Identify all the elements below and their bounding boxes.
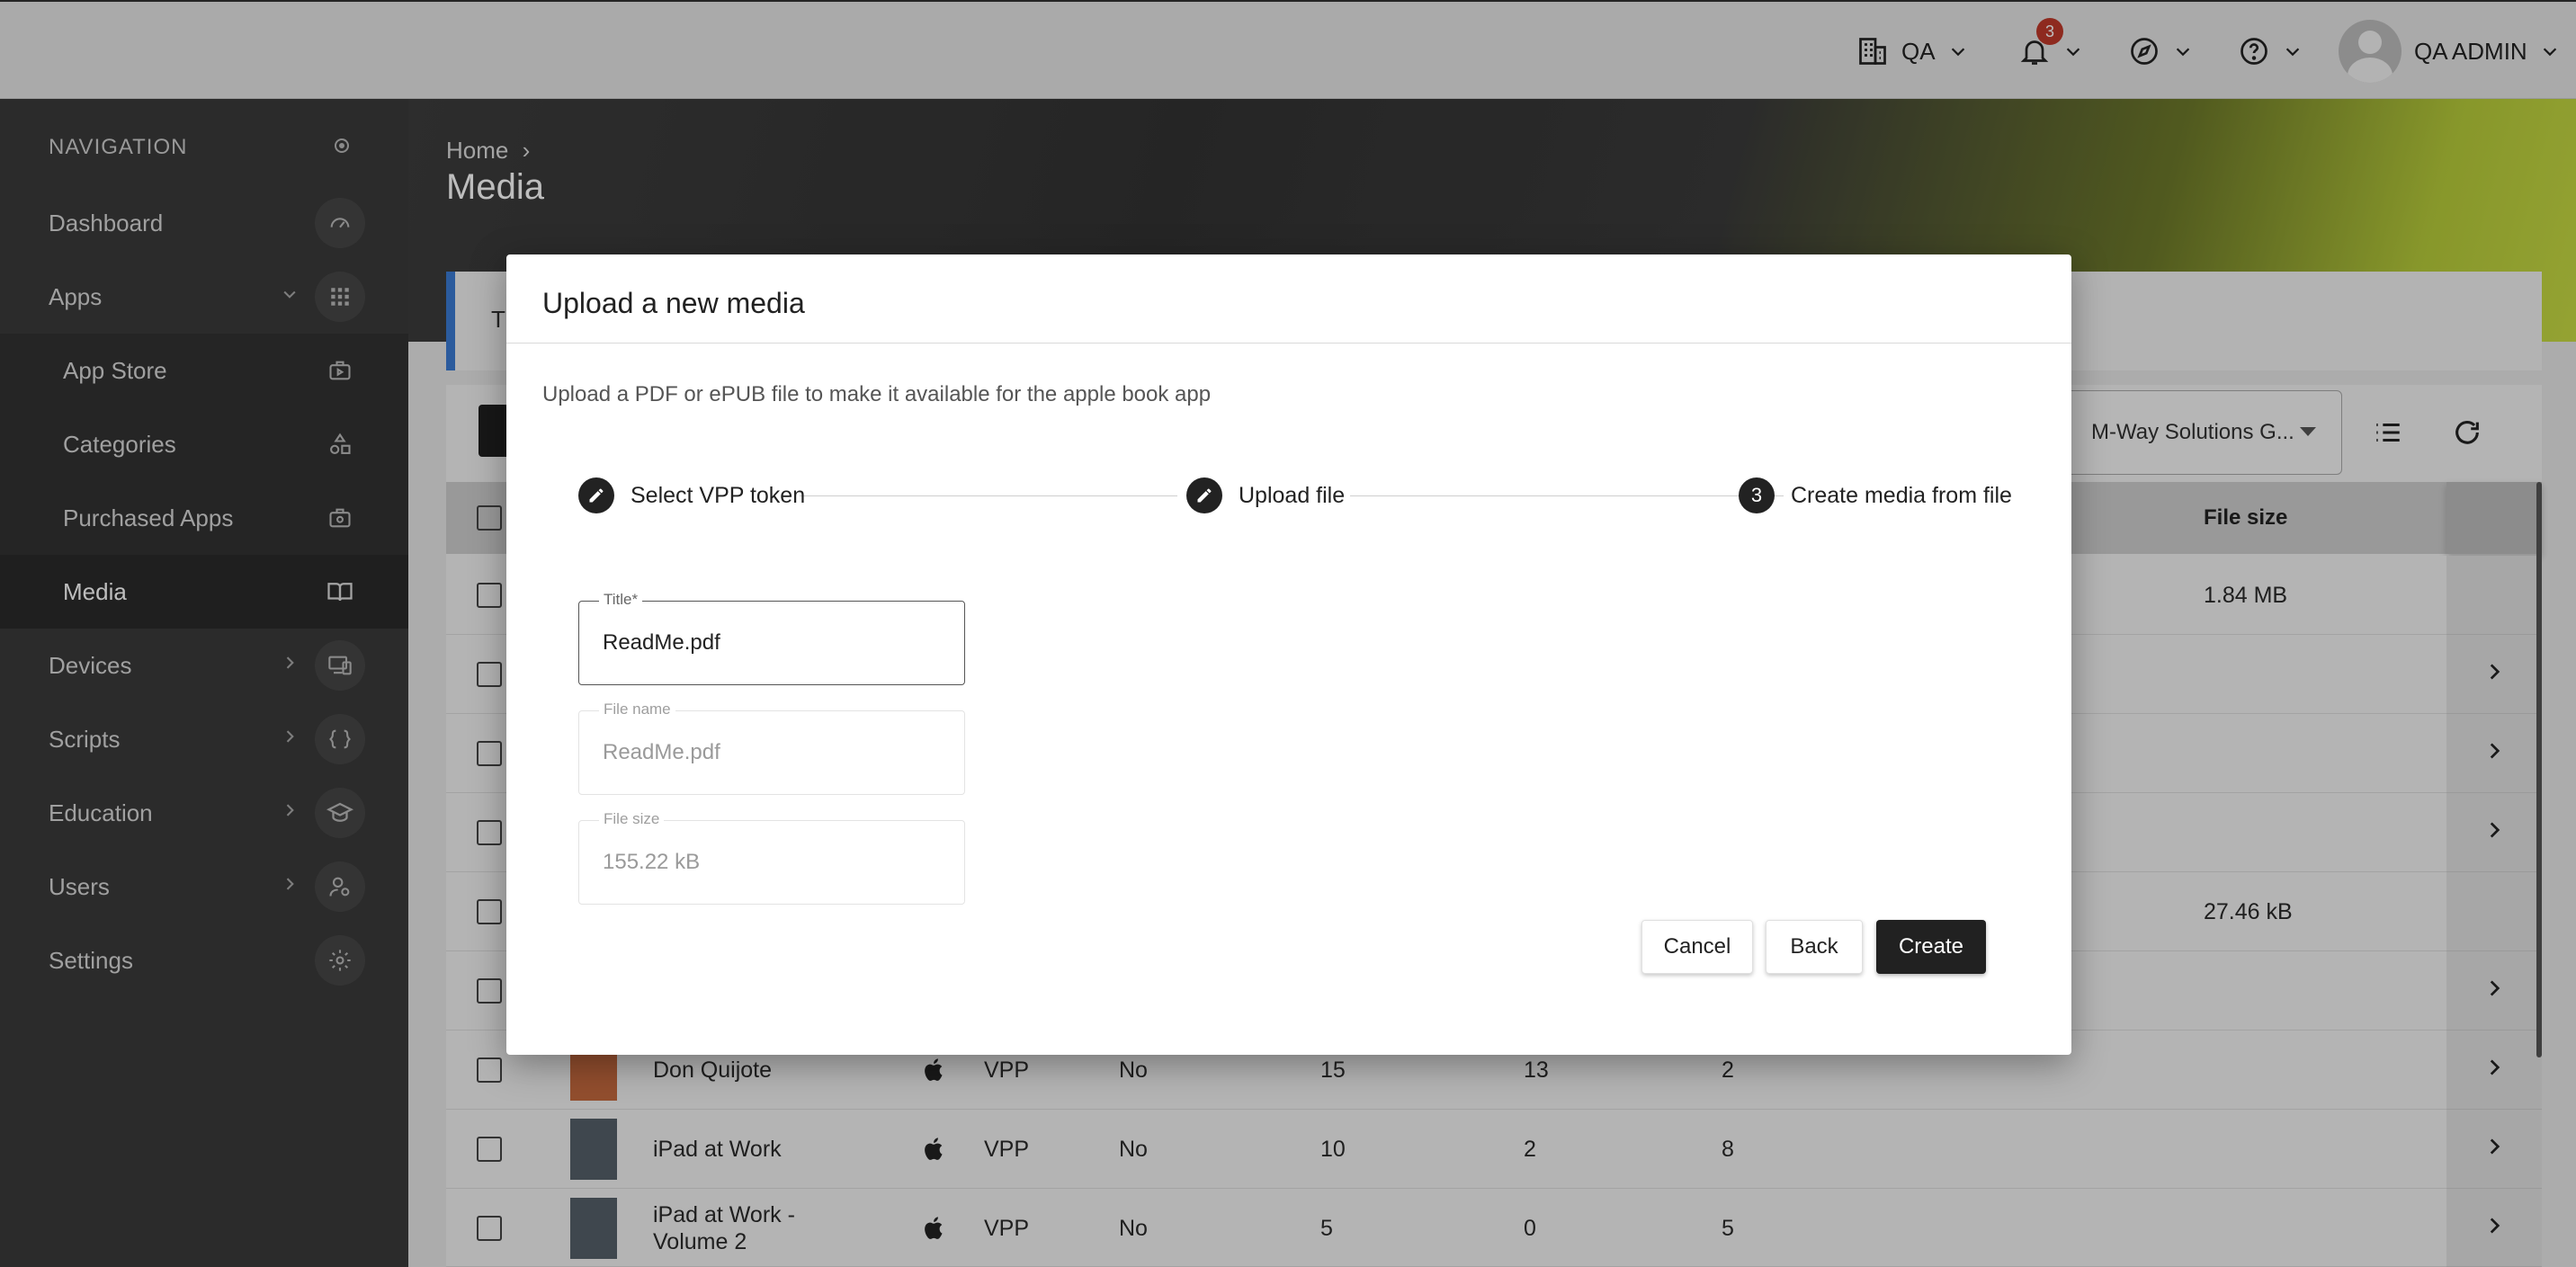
step-upload-file[interactable]: Upload file	[1186, 477, 1345, 513]
pencil-icon	[1186, 477, 1222, 513]
title-input[interactable]	[603, 630, 935, 656]
title-field[interactable]: Title*	[578, 591, 965, 685]
file-name-field-label: File name	[599, 700, 675, 718]
dialog-description: Upload a PDF or ePUB file to make it ava…	[542, 382, 1212, 406]
step-label: Create media from file	[1791, 482, 2012, 508]
pencil-icon	[578, 477, 614, 513]
dialog-divider	[506, 343, 2071, 344]
file-name-field: File name ReadMe.pdf	[578, 700, 965, 795]
back-button[interactable]: Back	[1766, 920, 1863, 974]
file-size-field-label: File size	[599, 810, 665, 828]
step-create-media: 3 Create media from file	[1739, 477, 2012, 513]
title-field-label: Title*	[599, 591, 643, 609]
upload-media-dialog: Upload a new media Upload a PDF or ePUB …	[506, 254, 2071, 1055]
create-button[interactable]: Create	[1876, 920, 1986, 974]
step-label: Select VPP token	[631, 482, 806, 508]
step-select-vpp-token[interactable]: Select VPP token	[578, 477, 805, 513]
stepper-connector	[800, 495, 1177, 496]
step-label: Upload file	[1239, 482, 1346, 508]
file-size-field: File size 155.22 kB	[578, 810, 965, 905]
dialog-title: Upload a new media	[542, 287, 805, 319]
cancel-button[interactable]: Cancel	[1641, 920, 1753, 974]
file-name-value: ReadMe.pdf	[603, 740, 720, 764]
file-size-value: 155.22 kB	[603, 850, 701, 874]
step-number: 3	[1739, 477, 1775, 513]
stepper-connector	[1350, 495, 1784, 496]
